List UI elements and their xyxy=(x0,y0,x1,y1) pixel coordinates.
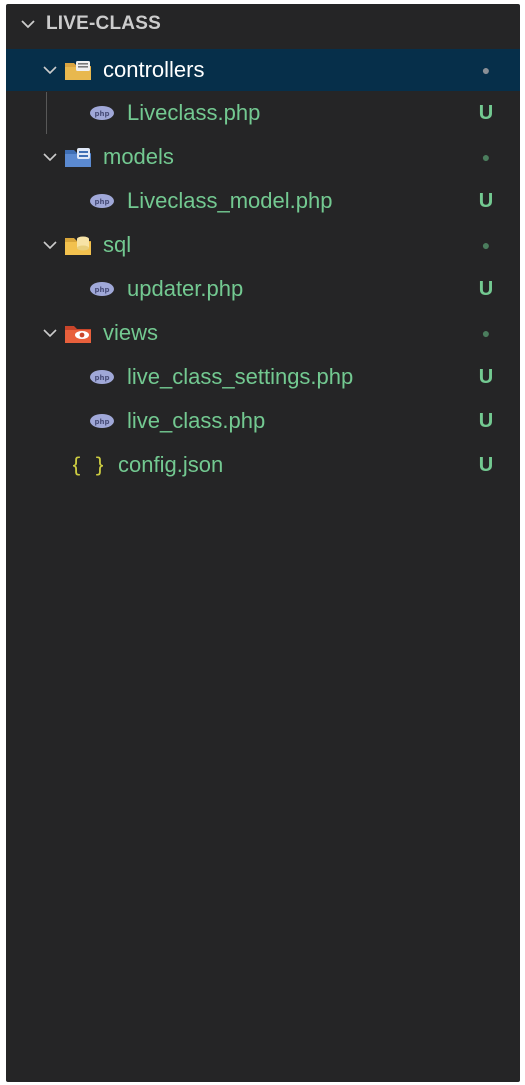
tree-file-liveclass-php[interactable]: php Liveclass.php U xyxy=(6,92,520,134)
chevron-down-icon[interactable] xyxy=(38,233,62,257)
models-folder-icon xyxy=(62,143,94,171)
php-file-icon: php xyxy=(86,187,118,215)
file-label: live_class_settings.php xyxy=(127,364,354,389)
untracked-status-badge: U xyxy=(478,101,494,124)
file-label: config.json xyxy=(118,452,224,477)
file-label: updater.php xyxy=(127,276,244,301)
svg-text:php: php xyxy=(94,110,109,118)
untracked-status-badge: U xyxy=(478,277,494,300)
svg-text:php: php xyxy=(94,286,109,294)
tree-folder-views[interactable]: views ● xyxy=(6,312,520,354)
file-label: Liveclass.php xyxy=(127,100,261,125)
tree-file-live-class-php[interactable]: php live_class.php U xyxy=(6,400,520,442)
controllers-folder-icon xyxy=(62,56,94,84)
tree-file-updater-php[interactable]: php updater.php U xyxy=(6,268,520,310)
php-file-icon: php xyxy=(86,275,118,303)
untracked-status-badge: U xyxy=(478,189,494,212)
tree-folder-sql[interactable]: sql ● xyxy=(6,224,520,266)
modified-dot-indicator: ● xyxy=(481,149,491,165)
php-file-icon: php xyxy=(86,407,118,435)
untracked-status-badge: U xyxy=(478,453,494,476)
sql-folder-icon xyxy=(62,231,94,259)
folder-label: controllers xyxy=(103,57,205,82)
svg-text:{ }: { } xyxy=(73,453,103,477)
file-explorer: LIVE-CLASS controllers ● php Liveclass.p… xyxy=(6,4,520,1082)
tree-file-config-json[interactable]: { } config.json U xyxy=(6,444,520,486)
tree-folder-models[interactable]: models ● xyxy=(6,136,520,178)
views-folder-icon xyxy=(62,319,94,347)
php-file-icon: php xyxy=(86,99,118,127)
tree-file-live-class-settings-php[interactable]: php live_class_settings.php U xyxy=(6,356,520,398)
tree-folder-controllers[interactable]: controllers ● xyxy=(6,49,520,91)
svg-text:php: php xyxy=(94,374,109,382)
untracked-status-badge: U xyxy=(478,365,494,388)
json-braces-icon: { } xyxy=(72,451,104,479)
svg-text:php: php xyxy=(94,198,109,206)
chevron-down-icon[interactable] xyxy=(38,145,62,169)
explorer-section-header[interactable]: LIVE-CLASS xyxy=(6,4,520,44)
file-label: Liveclass_model.php xyxy=(127,188,333,213)
php-file-icon: php xyxy=(86,363,118,391)
modified-dot-indicator: ● xyxy=(481,237,491,253)
modified-dot-indicator: ● xyxy=(481,325,491,341)
folder-label: models xyxy=(103,144,174,169)
chevron-down-icon[interactable] xyxy=(38,321,62,345)
modified-dot-indicator: ● xyxy=(481,62,491,78)
chevron-down-icon[interactable] xyxy=(16,12,40,36)
workspace-title: LIVE-CLASS xyxy=(46,13,161,34)
chevron-down-icon[interactable] xyxy=(38,58,62,82)
folder-label: views xyxy=(103,320,159,345)
tree-file-liveclass-model-php[interactable]: php Liveclass_model.php U xyxy=(6,180,520,222)
file-label: live_class.php xyxy=(127,408,266,433)
svg-text:php: php xyxy=(94,418,109,426)
untracked-status-badge: U xyxy=(478,409,494,432)
folder-label: sql xyxy=(103,232,132,257)
